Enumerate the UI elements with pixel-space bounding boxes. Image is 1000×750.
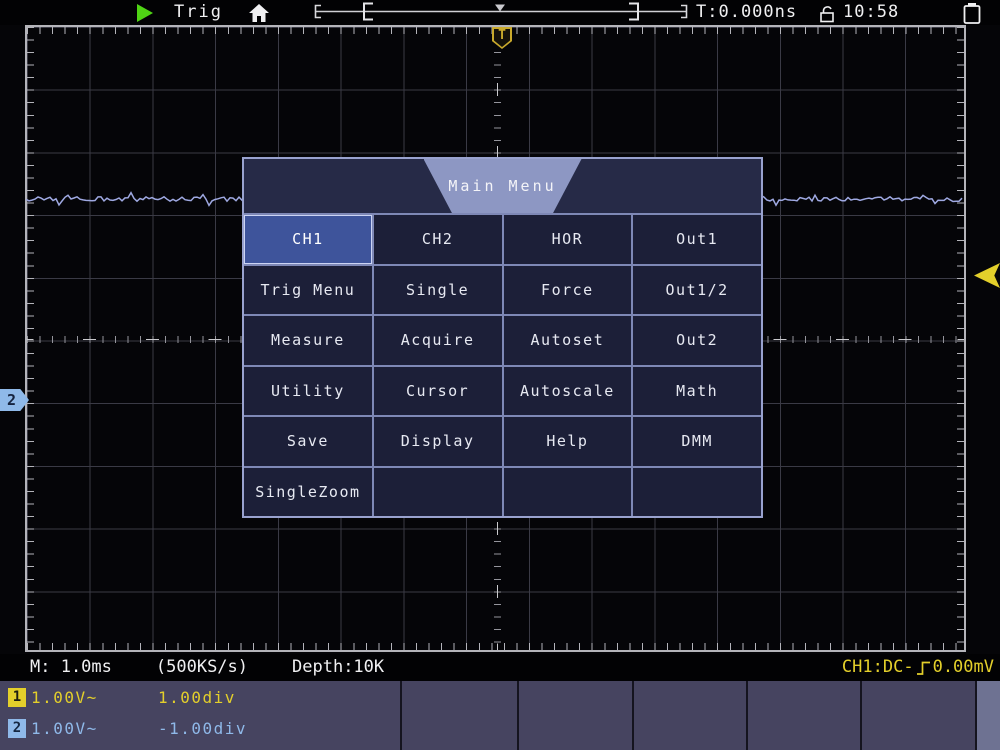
channel-1-badge[interactable]: 1 xyxy=(8,688,26,707)
panel-divider xyxy=(517,681,519,750)
menu-item-measure[interactable]: Measure xyxy=(244,316,372,365)
channel-1-position: 1.00div xyxy=(158,688,236,707)
menu-item-math[interactable]: Math xyxy=(633,367,761,416)
rising-edge-icon xyxy=(916,659,932,677)
bottom-panel: 1 1.00V~ 1.00div 2 1.00V~ -1.00div xyxy=(0,681,1000,750)
run-state-icon xyxy=(137,4,153,22)
menu-item-save[interactable]: Save xyxy=(244,417,372,466)
timebase-label: M: 1.0ms xyxy=(30,657,112,677)
acquisition-status: M: 1.0ms (500KS/s) Depth:10K xyxy=(30,654,428,681)
battery-icon xyxy=(961,2,983,24)
channel-1-info[interactable]: 11.00V~ 1.00div xyxy=(8,688,98,708)
menu-item-hor[interactable]: HOR xyxy=(504,215,632,264)
trigger-settings-readout: CH1:DC- 0.00mV xyxy=(842,654,994,681)
main-menu-dialog: Main Menu CH1 CH2 HOR Out1 Trig Menu Sin… xyxy=(242,157,763,518)
menu-item-display[interactable]: Display xyxy=(374,417,502,466)
top-status-bar: Trig T:0.000ns 10:58 xyxy=(0,0,1000,25)
trigger-source-label: CH1:DC- xyxy=(842,654,914,681)
record-depth-label: Depth:10K xyxy=(292,657,384,677)
panel-edge-strip xyxy=(977,681,1000,750)
sample-rate-label: (500KS/s) xyxy=(156,657,248,677)
main-menu-grid: CH1 CH2 HOR Out1 Trig Menu Single Force … xyxy=(244,215,761,516)
panel-divider xyxy=(632,681,634,750)
panel-divider xyxy=(400,681,402,750)
menu-item-force[interactable]: Force xyxy=(504,266,632,315)
menu-item-out1-2[interactable]: Out1/2 xyxy=(633,266,761,315)
unlock-icon xyxy=(818,5,838,23)
menu-item-singlezoom[interactable]: SingleZoom xyxy=(244,468,372,517)
main-menu-title: Main Menu xyxy=(448,177,556,195)
channel-2-badge[interactable]: 2 xyxy=(8,719,26,738)
bottom-status-bar: M: 1.0ms (500KS/s) Depth:10K CH1:DC- 0.00m… xyxy=(0,654,1000,681)
trigger-position-marker-label: T xyxy=(492,28,512,43)
menu-item-trig-menu[interactable]: Trig Menu xyxy=(244,266,372,315)
menu-cell-empty xyxy=(504,468,632,517)
menu-item-utility[interactable]: Utility xyxy=(244,367,372,416)
menu-item-dmm[interactable]: DMM xyxy=(633,417,761,466)
trigger-position-marker[interactable]: T xyxy=(492,27,512,49)
menu-item-help[interactable]: Help xyxy=(504,417,632,466)
menu-item-single[interactable]: Single xyxy=(374,266,502,315)
main-menu-header: Main Menu xyxy=(244,159,761,215)
trigger-level-arrow[interactable] xyxy=(974,263,1000,288)
clock-label: 10:58 xyxy=(843,2,899,22)
channel-2-scale: 1.00V~ xyxy=(31,719,98,738)
trigger-level-label: 0.00mV xyxy=(933,654,994,681)
menu-item-autoscale[interactable]: Autoscale xyxy=(504,367,632,416)
menu-item-ch2[interactable]: CH2 xyxy=(374,215,502,264)
menu-item-cursor[interactable]: Cursor xyxy=(374,367,502,416)
menu-item-acquire[interactable]: Acquire xyxy=(374,316,502,365)
panel-divider xyxy=(860,681,862,750)
menu-item-out2[interactable]: Out2 xyxy=(633,316,761,365)
home-icon[interactable] xyxy=(248,3,270,23)
trigger-status-label: Trig xyxy=(174,2,223,22)
trigger-time-offset-label: T:0.000ns xyxy=(696,2,797,22)
channel-2-position: -1.00div xyxy=(158,719,247,738)
panel-divider xyxy=(746,681,748,750)
menu-item-autoset[interactable]: Autoset xyxy=(504,316,632,365)
channel-2-info[interactable]: 21.00V~ -1.00div xyxy=(8,719,98,739)
channel-1-scale: 1.00V~ xyxy=(31,688,98,707)
scope-screen: Trig T:0.000ns 10:58 xyxy=(0,0,1000,750)
menu-item-out1[interactable]: Out1 xyxy=(633,215,761,264)
menu-cell-empty xyxy=(633,468,761,517)
main-menu-title-tab: Main Menu xyxy=(424,159,582,213)
menu-item-ch1[interactable]: CH1 xyxy=(244,215,372,264)
menu-cell-empty xyxy=(374,468,502,517)
horizontal-position-indicator xyxy=(313,2,689,22)
